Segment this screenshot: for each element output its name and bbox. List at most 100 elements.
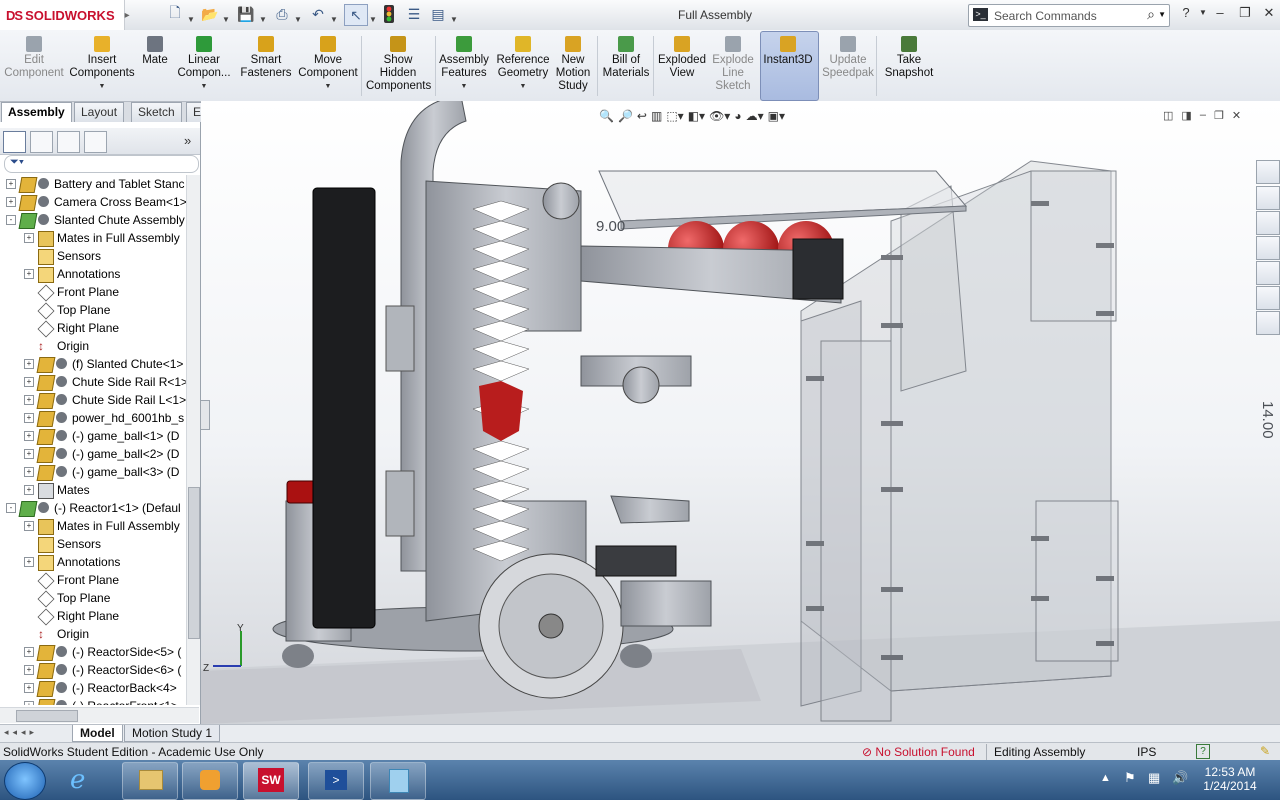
- tree-vertical-scrollbar[interactable]: [186, 175, 200, 705]
- expand-panel-icon[interactable]: »: [184, 133, 191, 148]
- scroll-thumb[interactable]: [188, 487, 200, 639]
- rebuild-traffic-light-icon[interactable]: [381, 4, 397, 24]
- tree-item[interactable]: + Mates in Full Assembly: [6, 229, 186, 247]
- explode-line-sketch-button[interactable]: Explode Line Sketch: [708, 34, 758, 98]
- chevron-down-icon[interactable]: ▼: [259, 9, 267, 29]
- expand-icon[interactable]: +: [24, 521, 34, 531]
- dimension-label[interactable]: 9.00: [596, 218, 625, 235]
- network-icon[interactable]: ▦: [1148, 770, 1160, 786]
- tree-item[interactable]: Sensors: [6, 535, 186, 553]
- smart-fasteners-button[interactable]: Smart Fasteners: [240, 34, 292, 98]
- tree-item[interactable]: Sensors: [6, 247, 186, 265]
- tree-item[interactable]: + (-) ReactorSide<6> (: [6, 661, 186, 679]
- expand-icon[interactable]: +: [24, 467, 34, 477]
- edit-appearance-icon[interactable]: ◕: [734, 109, 741, 127]
- expand-icon[interactable]: +: [24, 377, 34, 387]
- dimension-label[interactable]: 14.00: [1259, 401, 1276, 439]
- expand-icon[interactable]: +: [24, 449, 34, 459]
- search-commands-input[interactable]: >_ Search Commands ⌕ ▼: [968, 4, 1170, 27]
- tree-item[interactable]: + (-) ReactorSide<5> (: [6, 643, 186, 661]
- viewport-split-icon[interactable]: ◨: [1181, 109, 1191, 127]
- expand-icon[interactable]: +: [24, 431, 34, 441]
- new-document-icon[interactable]: 🗋: [165, 4, 185, 24]
- chevron-down-icon[interactable]: ▼: [369, 9, 377, 29]
- edit-component-button[interactable]: Edit Component: [2, 34, 66, 98]
- zoom-to-fit-icon[interactable]: 🔍: [599, 109, 614, 127]
- reference-geometry-button[interactable]: Reference Geometry ▼: [494, 34, 552, 98]
- menu-arrow-icon[interactable]: ▸: [125, 10, 130, 21]
- tree-item[interactable]: Front Plane: [6, 283, 186, 302]
- bill-of-materials-button[interactable]: Bill of Materials: [600, 34, 652, 98]
- taskbar-clock[interactable]: 12:53 AM 1/24/2014: [1195, 765, 1265, 793]
- search-view-icon[interactable]: [1256, 261, 1280, 285]
- tree-item[interactable]: ↕ Origin: [6, 625, 186, 643]
- configuration-manager-tab-icon[interactable]: [57, 131, 80, 153]
- tree-item[interactable]: ↕ Origin: [6, 337, 186, 355]
- chevron-down-icon[interactable]: ▼: [294, 9, 302, 29]
- tab-motion-study-1[interactable]: Motion Study 1: [124, 725, 221, 742]
- expand-icon[interactable]: +: [24, 485, 34, 495]
- display-style-icon[interactable]: ◧▾: [688, 109, 705, 127]
- view-orientation-icon[interactable]: ⬚▾: [666, 109, 683, 127]
- tree-item[interactable]: + Annotations: [6, 265, 186, 283]
- expand-icon[interactable]: +: [24, 269, 34, 279]
- units-status[interactable]: IPS: [1137, 745, 1156, 759]
- expand-icon[interactable]: +: [24, 701, 34, 705]
- tab-scroll-arrows-icon[interactable]: ◂◂◂▸: [4, 727, 38, 738]
- minimize-icon[interactable]: –: [1200, 109, 1206, 127]
- instant3d-button[interactable]: Instant3D: [760, 34, 816, 98]
- home-icon[interactable]: [1256, 186, 1280, 210]
- custom-properties-icon[interactable]: [1256, 311, 1280, 335]
- tree-item[interactable]: Right Plane: [6, 607, 186, 626]
- close-icon[interactable]: ✕: [1232, 109, 1241, 127]
- search-icon[interactable]: ⌕: [1147, 6, 1155, 23]
- tree-item[interactable]: - (-) Reactor1<1> (Defaul: [6, 499, 186, 517]
- section-view-icon[interactable]: ▥: [651, 109, 662, 127]
- tree-item[interactable]: Front Plane: [6, 571, 186, 590]
- apply-scene-icon[interactable]: ☁▾: [746, 109, 764, 127]
- appearances-icon[interactable]: [1256, 286, 1280, 310]
- solidworks-resources-icon[interactable]: [1256, 160, 1280, 184]
- help-icon[interactable]: ?: [1196, 744, 1210, 759]
- show-hidden-icons-icon[interactable]: ▲: [1100, 772, 1111, 784]
- previous-view-icon[interactable]: ↩: [637, 109, 647, 127]
- chevron-down-icon[interactable]: ▼: [296, 80, 360, 93]
- minimize-icon[interactable]: –: [1210, 3, 1230, 23]
- notification-icon[interactable]: ✎: [1260, 744, 1270, 758]
- options-icon[interactable]: ▤: [428, 4, 448, 24]
- tree-item[interactable]: + Mates: [6, 481, 186, 499]
- tree-item[interactable]: + (-) ReactorBack<4>: [6, 679, 186, 697]
- tree-item[interactable]: + Annotations: [6, 553, 186, 571]
- chevron-down-icon[interactable]: ▼: [330, 9, 338, 29]
- exploded-view-button[interactable]: Exploded View: [656, 34, 708, 98]
- tree-item[interactable]: + Chute Side Rail L<1>: [6, 391, 186, 409]
- close-icon[interactable]: ✕: [1259, 3, 1279, 23]
- scroll-thumb[interactable]: [16, 710, 78, 722]
- assembly-features-button[interactable]: Assembly Features ▼: [438, 34, 490, 98]
- expand-icon[interactable]: +: [24, 557, 34, 567]
- chevron-down-icon[interactable]: ▼: [222, 9, 230, 29]
- chevron-down-icon[interactable]: ▼: [1158, 10, 1166, 19]
- chevron-down-icon[interactable]: ▼: [450, 9, 458, 29]
- feature-tree-filter[interactable]: ⏷▾: [4, 155, 199, 173]
- tab-layout[interactable]: Layout: [74, 102, 125, 122]
- tree-item[interactable]: + (-) ReactorFront<1>: [6, 697, 186, 705]
- chevron-down-icon[interactable]: ▼: [68, 80, 136, 93]
- servo-motor[interactable]: [792, 238, 844, 300]
- design-library-icon[interactable]: [1256, 211, 1280, 235]
- solution-status[interactable]: ⊘ No Solution Found: [862, 745, 975, 759]
- tablet[interactable]: [312, 187, 376, 629]
- start-button-icon[interactable]: [4, 762, 46, 800]
- action-center-flag-icon[interactable]: ⚑: [1124, 770, 1136, 786]
- internet-explorer-icon[interactable]: ℯ: [70, 764, 85, 795]
- tree-item[interactable]: + power_hd_6001hb_s: [6, 409, 186, 427]
- linear-component-button[interactable]: Linear Compon... ▼: [172, 34, 236, 98]
- tab-sketch[interactable]: Sketch: [131, 102, 182, 122]
- restore-icon[interactable]: ❐: [1214, 109, 1224, 127]
- expand-icon[interactable]: +: [24, 359, 34, 369]
- expand-icon[interactable]: +: [24, 413, 34, 423]
- expand-icon[interactable]: +: [24, 233, 34, 243]
- expand-icon[interactable]: +: [24, 683, 34, 693]
- chevron-down-icon[interactable]: ▼: [172, 80, 236, 93]
- viewport-split-icon[interactable]: ◫: [1163, 109, 1173, 127]
